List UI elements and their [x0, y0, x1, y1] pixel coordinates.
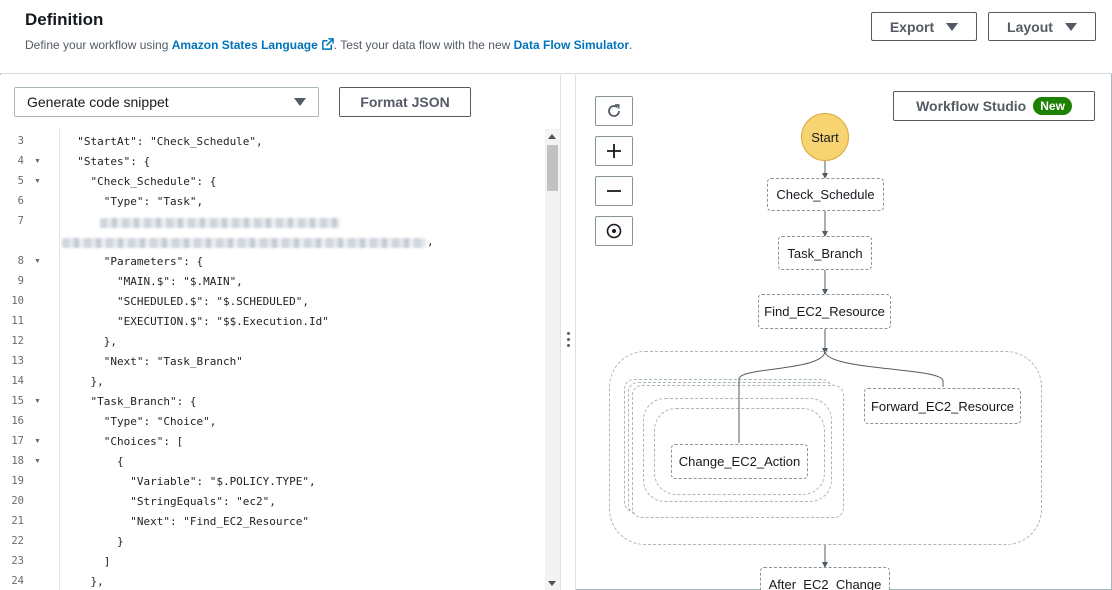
- fold-toggle-icon[interactable]: ▼: [34, 258, 41, 265]
- fold-toggle-icon[interactable]: ▼: [34, 158, 41, 165]
- line-number: 20: [11, 495, 24, 507]
- header-subtitle: Define your workflow using Amazon States…: [25, 38, 632, 52]
- line-number: 3: [17, 135, 24, 147]
- new-badge: New: [1033, 97, 1072, 115]
- line-number: 17: [11, 435, 24, 447]
- code-line[interactable]: "Type": "Task",: [64, 195, 203, 208]
- export-button[interactable]: Export: [871, 12, 977, 41]
- state-node-forward-ec2-resource[interactable]: Forward_EC2_Resource: [864, 388, 1021, 424]
- line-number: 11: [11, 315, 24, 327]
- refresh-button[interactable]: [595, 96, 633, 126]
- code-line[interactable]: "Type": "Choice",: [64, 415, 217, 428]
- zoom-out-button[interactable]: [595, 176, 633, 206]
- code-line[interactable]: },: [64, 375, 103, 388]
- code-line[interactable]: },: [64, 575, 103, 588]
- code-line[interactable]: "Check_Schedule": {: [64, 175, 216, 188]
- code-line[interactable]: "Next": "Find_EC2_Resource": [64, 515, 309, 528]
- code-editor[interactable]: 3 "StartAt": "Check_Schedule", 4 ▼ "States…: [0, 129, 544, 590]
- redacted-text: [62, 238, 426, 248]
- code-line[interactable]: "Choices": [: [64, 435, 183, 448]
- line-number: 5: [17, 175, 24, 187]
- line-number: 13: [11, 355, 24, 367]
- pane-splitter[interactable]: [560, 75, 576, 590]
- code-line[interactable]: "Next": "Task_Branch": [64, 355, 243, 368]
- subtitle-middle: . Test your data flow with the new: [333, 38, 514, 52]
- line-number: 10: [11, 295, 24, 307]
- editor-scrollbar[interactable]: [545, 129, 560, 590]
- line-number: 15: [11, 395, 24, 407]
- line-number: 4: [17, 155, 24, 167]
- line-number: 22: [11, 535, 24, 547]
- fold-toggle-icon[interactable]: ▼: [34, 398, 41, 405]
- workflow-studio-label: Workflow Studio: [916, 98, 1027, 114]
- zoom-in-button[interactable]: [595, 136, 633, 166]
- line-number: 7: [17, 215, 24, 227]
- code-editor-pane: Generate code snippet Format JSON 3 "Sta…: [0, 75, 560, 590]
- layout-label: Layout: [1007, 18, 1053, 35]
- code-line[interactable]: "SCHEDULED.$": "$.SCHEDULED",: [64, 295, 309, 308]
- line-number: 14: [11, 375, 24, 387]
- refresh-icon: [608, 104, 620, 117]
- line-number: 24: [11, 575, 24, 587]
- code-line[interactable]: "Parameters": {: [64, 255, 203, 268]
- workflow-studio-button[interactable]: Workflow Studio New: [893, 91, 1095, 121]
- code-line[interactable]: "MAIN.$": "$.MAIN",: [64, 275, 243, 288]
- line-number: 9: [17, 275, 24, 287]
- scroll-up-icon[interactable]: [548, 134, 556, 139]
- state-node-find-ec2-resource[interactable]: Find_EC2_Resource: [758, 294, 891, 329]
- start-node[interactable]: Start: [801, 113, 849, 161]
- line-number: 6: [17, 195, 24, 207]
- scrollbar-thumb[interactable]: [547, 145, 558, 191]
- indent-guide: [59, 129, 60, 590]
- drag-handle-icon[interactable]: [567, 332, 571, 350]
- line-number: 8: [17, 255, 24, 267]
- fold-toggle-icon[interactable]: ▼: [34, 438, 41, 445]
- center-icon: [606, 223, 622, 239]
- state-node-check-schedule[interactable]: Check_Schedule: [767, 178, 884, 211]
- zoom-in-icon: [607, 144, 621, 158]
- code-line[interactable]: "Task_Branch": {: [64, 395, 196, 408]
- line-number: 18: [11, 455, 24, 467]
- fold-toggle-icon[interactable]: ▼: [34, 178, 41, 185]
- definition-header: Definition Define your workflow using Am…: [0, 0, 1112, 74]
- subtitle-suffix: .: [629, 38, 633, 52]
- graph-pane: Workflow Studio New Start Check_Schedule…: [577, 75, 1111, 590]
- code-line[interactable]: },: [64, 335, 117, 348]
- code-line[interactable]: "StartAt": "Check_Schedule",: [64, 135, 262, 148]
- state-node-change-ec2-action[interactable]: Change_EC2_Action: [671, 444, 808, 479]
- external-link-icon[interactable]: [321, 38, 334, 51]
- chevron-down-icon: [294, 98, 306, 106]
- asl-link[interactable]: Amazon States Language: [172, 38, 318, 52]
- zoom-out-icon: [607, 190, 621, 192]
- fold-toggle-icon[interactable]: ▼: [34, 458, 41, 465]
- line-number: 12: [11, 335, 24, 347]
- code-line[interactable]: ]: [64, 555, 111, 568]
- chevron-down-icon: [1064, 22, 1077, 31]
- line-number: 23: [11, 555, 24, 567]
- code-line[interactable]: "Variable": "$.POLICY.TYPE",: [64, 475, 315, 488]
- code-line[interactable]: "StringEquals": "ec2",: [64, 495, 276, 508]
- layout-button[interactable]: Layout: [988, 12, 1096, 41]
- code-line[interactable]: "EXECUTION.$": "$$.Execution.Id": [64, 315, 329, 328]
- line-number: 21: [11, 515, 24, 527]
- state-node-task-branch[interactable]: Task_Branch: [778, 236, 872, 270]
- data-flow-simulator-link[interactable]: Data Flow Simulator: [514, 38, 629, 52]
- page-title: Definition: [25, 10, 104, 29]
- code-snippet-select[interactable]: Generate code snippet: [14, 87, 319, 117]
- code-line[interactable]: }: [64, 535, 124, 548]
- redacted-text: [100, 218, 340, 228]
- state-node-after-ec2-change[interactable]: After_EC2_Change: [760, 567, 890, 590]
- line-number: 16: [11, 415, 24, 427]
- code-snippet-select-value: Generate code snippet: [27, 94, 169, 110]
- code-line[interactable]: "States": {: [64, 155, 150, 168]
- scroll-down-icon[interactable]: [548, 581, 556, 586]
- format-json-button[interactable]: Format JSON: [339, 87, 471, 117]
- code-line-tail: ,: [427, 235, 434, 248]
- chevron-down-icon: [946, 22, 959, 31]
- export-label: Export: [889, 18, 935, 35]
- line-number: 19: [11, 475, 24, 487]
- center-graph-button[interactable]: [595, 216, 633, 246]
- code-line[interactable]: {: [64, 455, 124, 468]
- subtitle-prefix: Define your workflow using: [25, 38, 172, 52]
